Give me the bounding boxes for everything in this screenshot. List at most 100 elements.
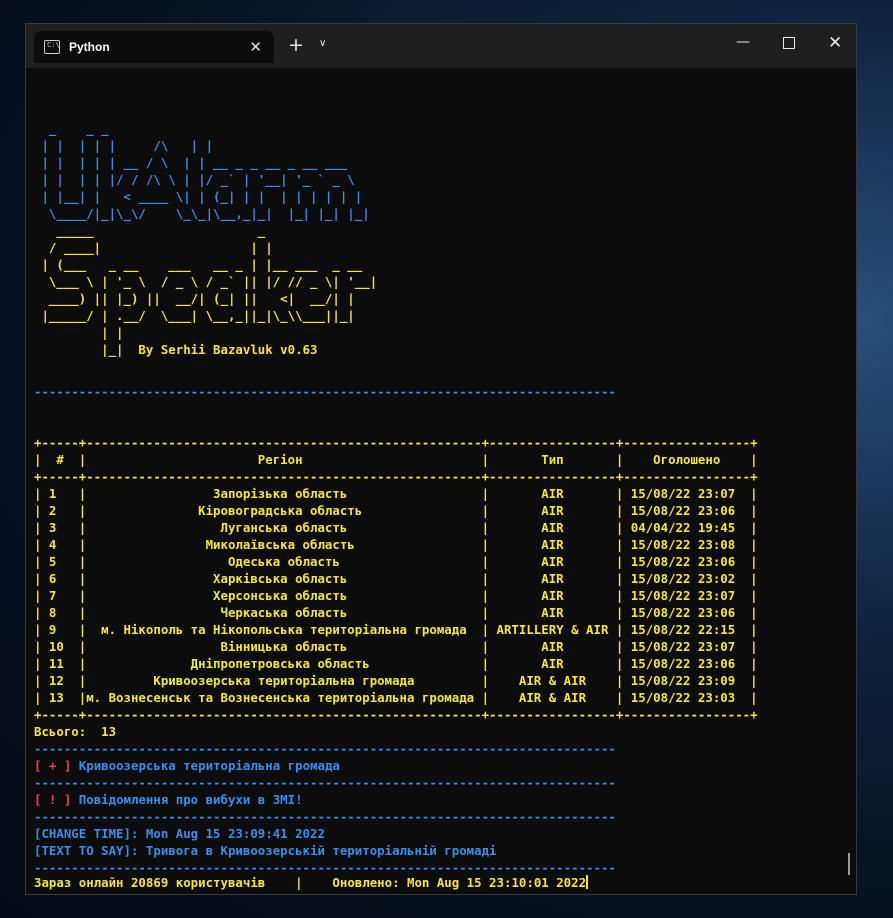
separator: ----------------------------------------… — [34, 740, 616, 757]
banner-app-line-text: ____) || |_) || __/| (_| || <| __/| | — [34, 291, 355, 306]
table-row-text: | 4 | Миколаївська область | AIR | 15/08… — [34, 537, 758, 552]
scrollbar[interactable] — [848, 853, 850, 875]
table-row: | 6 | Харківська область | AIR | 15/08/2… — [34, 570, 758, 587]
table-row-text: | 11 | Дніпропетровська область | AIR | … — [34, 656, 758, 671]
banner-ukr-alarm-line: \____/|_|\_\/ \_\_|\__,_|_| |_| |_| |_| — [34, 205, 370, 222]
table-row: | 13 |м. Вознесенськ та Вознесенська тер… — [34, 689, 758, 706]
separator: ----------------------------------------… — [34, 808, 616, 825]
banner-ukr-alarm-line: | | | | | __ / \ | | __ _ _ __ _ __ ___ — [34, 154, 347, 171]
banner-app-line-text: | | — [34, 325, 124, 340]
status-line: Зараз онлайн 20869 користувачів | Оновле… — [34, 874, 589, 891]
table-row-text: | 9 | м. Нікополь та Нікопольська терито… — [34, 622, 758, 637]
terminal-icon: C:\ — [44, 40, 60, 54]
banner-app-line: _____ _ — [34, 222, 265, 239]
table-row: | 7 | Херсонська область | AIR | 15/08/2… — [34, 587, 758, 604]
separator-text: ----------------------------------------… — [34, 384, 616, 399]
banner-ukr-alarm-line-text: | | | | | /\ | | — [34, 138, 214, 153]
table-border: +-----+---------------------------------… — [34, 468, 758, 485]
separator-text: ----------------------------------------… — [34, 741, 616, 756]
separator: ----------------------------------------… — [34, 774, 616, 791]
banner-ukr-alarm-line-text: | |__| | < ____ \| | (_| | | | | | | | | — [34, 189, 363, 204]
online-users: Зараз онлайн 20869 користувачів — [34, 875, 266, 890]
banner-app-line: | (___ _ __ ___ __ _ | |__ ___ _ __ — [34, 256, 362, 273]
table-border-text: +-----+---------------------------------… — [34, 435, 758, 450]
total-count: Всього: 13 — [34, 723, 116, 740]
text-to-say-text: [TEXT TO SAY]: Тривога в Кривоозерській … — [34, 843, 497, 858]
table-row: | 4 | Миколаївська область | AIR | 15/08… — [34, 536, 758, 553]
chevron-down-icon[interactable]: ∨ — [319, 38, 326, 49]
table-row: | 2 | Кіровоградська область | AIR | 15/… — [34, 502, 758, 519]
table-row: | 1 | Запорізька область | AIR | 15/08/2… — [34, 485, 758, 502]
console-output[interactable]: _ _ _ | | | | | /\ | | | | | | | __ / \ … — [26, 68, 856, 894]
banner-ukr-alarm-line: | |__| | < ____ \| | (_| | | | | | | | | — [34, 188, 362, 205]
table-row-text: | 12 | Кривоозерська територіальна грома… — [34, 673, 758, 688]
table-row-text: | 3 | Луганська область | AIR | 04/04/22… — [34, 520, 758, 535]
table-row-text: | 7 | Херсонська область | AIR | 15/08/2… — [34, 588, 758, 603]
table-row: | 3 | Луганська область | AIR | 04/04/22… — [34, 519, 758, 536]
table-row: | 9 | м. Нікополь та Нікопольська терито… — [34, 621, 758, 638]
alert-event: [ ! ] Повідомлення про вибухи в ЗМІ! — [34, 791, 303, 808]
table-border-text: +-----+---------------------------------… — [34, 707, 758, 722]
banner-app-line: / ____| | | — [34, 239, 273, 256]
table-row-text: | 8 | Черкаська область | AIR | 15/08/22… — [34, 605, 758, 620]
banner-app-line-text: |_____/ | .__/ \___| \__,_||_|\_\\___||_… — [34, 308, 355, 323]
table-row-text: | 1 | Запорізька область | AIR | 15/08/2… — [34, 486, 758, 501]
change-time: [CHANGE TIME]: Mon Aug 15 23:09:41 2022 — [34, 825, 325, 842]
added-region-text: Кривоозерська територіальна громада — [71, 758, 340, 773]
table-row-text: | 5 | Одеська область | AIR | 15/08/22 2… — [34, 554, 758, 569]
separator-text: ----------------------------------------… — [34, 860, 616, 875]
table-border-text: +-----+---------------------------------… — [34, 469, 758, 484]
minimize-button[interactable]: — — [736, 34, 750, 50]
new-tab-button[interactable]: + — [288, 35, 304, 55]
banner-app-line: \___ \ | '_ \ / _ \ / _` || |/ // _ \| '… — [34, 273, 377, 290]
added-region-event: [ + ] Кривоозерська територіальна громад… — [34, 757, 340, 774]
banner-app-line: |_____/ | .__/ \___| \__,_||_|\_\\___||_… — [34, 307, 355, 324]
banner-ukr-alarm-line: | | | | | /\ | | — [34, 137, 213, 154]
banner-ukr-alarm-line: _ _ _ — [34, 120, 213, 137]
banner-app-line-text: | (___ _ __ ___ __ _ | |__ ___ _ __ — [34, 257, 363, 272]
banner-app-line-text: \___ \ | '_ \ / _ \ / _` || |/ // _ \| '… — [34, 274, 378, 289]
text-to-say: [TEXT TO SAY]: Тривога в Кривоозерській … — [34, 842, 497, 859]
alert-marker: [ ! ] — [34, 792, 72, 807]
table-row-text: | 13 |м. Вознесенськ та Вознесенська тер… — [34, 690, 758, 705]
table-header: | # | Регіон | Тип | Оголошено | — [34, 451, 758, 468]
status-divider: | — [265, 875, 333, 890]
separator: ----------------------------------------… — [34, 383, 616, 400]
maximize-button[interactable] — [783, 37, 795, 49]
tab-title: Python — [69, 40, 110, 54]
tab-python[interactable]: C:\ Python ✕ — [34, 31, 274, 63]
table-row: | 10 | Вінницька область | AIR | 15/08/2… — [34, 638, 758, 655]
banner-ukr-alarm-line-text: | | | | | __ / \ | | __ _ _ __ _ __ ___ — [34, 155, 348, 170]
banner-ukr-alarm-line: | | | | |/ / /\ \ | |/ _` | '__| '_ ` _ … — [34, 171, 355, 188]
banner-app-line: | | — [34, 324, 124, 341]
close-window-button[interactable]: ✕ — [828, 33, 842, 53]
added-marker: [ + ] — [34, 758, 72, 773]
banner-ukr-alarm-line-text: \____/|_|\_\/ \_\_|\__,_|_| |_| |_| |_| — [34, 206, 370, 221]
table-row: | 5 | Одеська область | AIR | 15/08/22 2… — [34, 553, 758, 570]
table-border: +-----+---------------------------------… — [34, 434, 758, 451]
banner-ukr-alarm-line-text: _ _ _ — [34, 121, 214, 136]
close-tab-icon[interactable]: ✕ — [249, 38, 262, 56]
table-row: | 11 | Дніпропетровська область | AIR | … — [34, 655, 758, 672]
change-time-text: [CHANGE TIME]: Mon Aug 15 23:09:41 2022 — [34, 826, 325, 841]
table-row-text: | 2 | Кіровоградська область | AIR | 15/… — [34, 503, 758, 518]
table-row-text: | 6 | Харківська область | AIR | 15/08/2… — [34, 571, 758, 586]
table-header-text: | # | Регіон | Тип | Оголошено | — [34, 452, 758, 467]
text-cursor — [586, 875, 589, 889]
total-count-text: Всього: 13 — [34, 724, 117, 739]
table-row-text: | 10 | Вінницька область | AIR | 15/08/2… — [34, 639, 758, 654]
title-bar: C:\ Python ✕ + ∨ — ✕ — [26, 24, 856, 68]
separator-text: ----------------------------------------… — [34, 809, 616, 824]
separator-text: ----------------------------------------… — [34, 775, 616, 790]
banner-ukr-alarm-line-text: | | | | |/ / /\ \ | |/ _` | '__| '_ ` _ … — [34, 172, 355, 187]
banner-app-line-text: / ____| | | — [34, 240, 273, 255]
table-row: | 12 | Кривоозерська територіальна грома… — [34, 672, 758, 689]
updated-time: Оновлено: Mon Aug 15 23:10:01 2022 — [332, 875, 587, 890]
terminal-window: C:\ Python ✕ + ∨ — ✕ _ _ _ | | | | | /\ … — [25, 23, 857, 895]
banner-app-line-text: _____ _ — [34, 223, 266, 238]
banner-app-line: |_| By Serhii Bazavluk v0.63 — [34, 341, 317, 358]
table-border: +-----+---------------------------------… — [34, 706, 758, 723]
banner-app-line: ____) || |_) || __/| (_| || <| __/| | — [34, 290, 355, 307]
alert-text: Повідомлення про вибухи в ЗМІ! — [71, 792, 303, 807]
banner-app-line-text: |_| By Serhii Bazavluk v0.63 — [34, 342, 318, 357]
